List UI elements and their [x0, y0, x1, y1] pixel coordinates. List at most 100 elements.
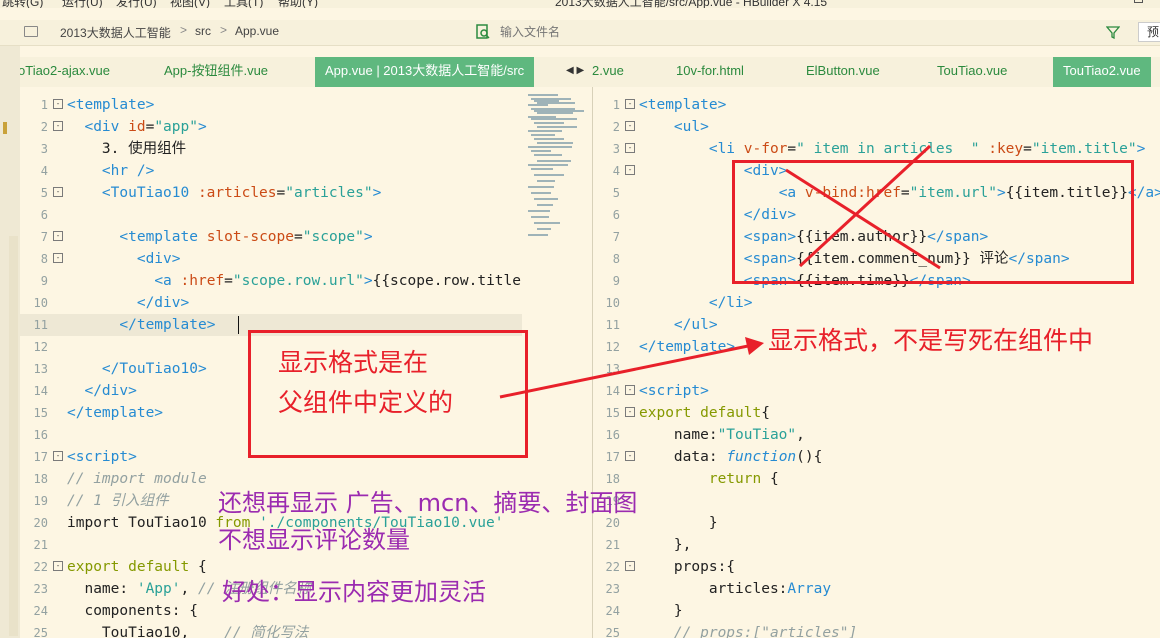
code-line[interactable]: 1- <template>: [20, 94, 522, 116]
fold-toggle-icon[interactable]: -: [53, 451, 63, 461]
minimap-line: [528, 146, 572, 148]
code-line[interactable]: 3- <li v-for=" item in articles " :key="…: [592, 138, 1160, 160]
fold-toggle-icon[interactable]: -: [625, 99, 635, 109]
code-text: </TouTiao10>: [67, 358, 207, 380]
tab-toutiao2-ajax[interactable]: oTiao2-ajax.vue: [20, 57, 110, 87]
code-line[interactable]: 18 return {: [592, 468, 1160, 490]
menu-run[interactable]: 运行(U): [62, 0, 103, 8]
code-token: >: [363, 273, 373, 289]
fold-toggle-icon[interactable]: -: [53, 561, 63, 571]
code-line[interactable]: 2- <ul>: [592, 116, 1160, 138]
code-text: // props:["articles"]: [639, 622, 857, 638]
code-line[interactable]: 10 </li>: [592, 292, 1160, 314]
tab-2-vue[interactable]: 2.vue: [592, 57, 624, 87]
code-token: 3. 使用组件: [67, 141, 187, 157]
code-line[interactable]: 3 3. 使用组件: [20, 138, 522, 160]
code-line[interactable]: 13: [592, 358, 1160, 380]
code-line[interactable]: 7- <template slot-scope="scope">: [20, 226, 522, 248]
line-number: 2: [612, 120, 620, 134]
menu-publish[interactable]: 发行(U): [116, 0, 157, 8]
fold-toggle-icon[interactable]: -: [625, 143, 635, 153]
code-line[interactable]: 9 <a :href="scope.row.url">{{scope.row.t…: [20, 270, 522, 292]
code-text: }: [639, 512, 718, 534]
minimap-line: [528, 130, 562, 132]
fold-toggle-icon[interactable]: -: [625, 451, 635, 461]
fold-toggle-icon[interactable]: -: [53, 253, 63, 263]
menu-goto[interactable]: 跳转(G): [2, 0, 43, 8]
menu-tools[interactable]: 工具(T): [224, 0, 263, 8]
code-line[interactable]: 8- <div>: [20, 248, 522, 270]
code-line[interactable]: 6: [20, 204, 522, 226]
breadcrumb-src[interactable]: src: [195, 24, 211, 38]
tab-elbutton-vue[interactable]: ElButton.vue: [806, 57, 880, 87]
preview-button[interactable]: 预: [1138, 22, 1160, 42]
maximize-window-icon[interactable]: [1134, 0, 1143, 3]
scroll-track[interactable]: [9, 236, 18, 636]
breadcrumb-project[interactable]: 2013大数据人工智能: [60, 24, 171, 41]
line-number: 12: [605, 340, 620, 354]
fold-toggle-icon[interactable]: -: [53, 121, 63, 131]
fold-toggle-icon[interactable]: -: [53, 187, 63, 197]
file-search-input[interactable]: [500, 23, 1090, 41]
tab-app-button-component[interactable]: App-按钮组件.vue: [164, 57, 268, 87]
minimap[interactable]: [522, 94, 590, 254]
line-number: 15: [33, 406, 48, 420]
code-line[interactable]: 14- <script>: [592, 380, 1160, 402]
fold-toggle-icon[interactable]: -: [53, 231, 63, 241]
code-line[interactable]: 19: [592, 490, 1160, 512]
code-line[interactable]: 1- <template>: [592, 94, 1160, 116]
fold-toggle-icon[interactable]: -: [53, 99, 63, 109]
code-text: <a :href="scope.row.url">{{scope.row.tit…: [67, 270, 522, 292]
code-line[interactable]: 10 </div>: [20, 292, 522, 314]
code-text: </template>: [639, 336, 735, 358]
code-line[interactable]: 4 <hr />: [20, 160, 522, 182]
tab-toutiao-vue[interactable]: TouTiao.vue: [937, 57, 1007, 87]
fold-toggle-icon[interactable]: -: [625, 165, 635, 175]
code-token: =: [294, 229, 303, 245]
code-line[interactable]: 21 },: [592, 534, 1160, 556]
fold-toggle-icon[interactable]: -: [625, 407, 635, 417]
code-line[interactable]: 15- export default{: [592, 402, 1160, 424]
filter-icon[interactable]: [1106, 25, 1120, 39]
fold-toggle-icon[interactable]: -: [625, 561, 635, 571]
code-token: <script>: [639, 383, 709, 399]
code-line[interactable]: 16 name:"TouTiao",: [592, 424, 1160, 446]
code-token: <li: [708, 141, 744, 157]
code-line[interactable]: 24 }: [592, 600, 1160, 622]
fold-toggle-icon[interactable]: -: [625, 121, 635, 131]
tab-10v-for-html[interactable]: 10v-for.html: [676, 57, 744, 87]
code-token: // 1 引入组件: [67, 493, 169, 509]
right-tab-bar: 2.vue 10v-for.html ElButton.vue TouTiao.…: [592, 57, 1160, 87]
line-number: 6: [612, 208, 620, 222]
code-line[interactable]: 25 // props:["articles"]: [592, 622, 1160, 638]
code-line[interactable]: 23 articles:Array: [592, 578, 1160, 600]
minimap-line: [528, 234, 548, 236]
menu-view[interactable]: 视图(V): [170, 0, 210, 8]
code-token: =: [276, 185, 286, 201]
code-line[interactable]: 22- export default {: [20, 556, 522, 578]
code-token: articles:: [639, 581, 788, 597]
code-line[interactable]: 22- props:{: [592, 556, 1160, 578]
code-token: </ul>: [673, 317, 718, 333]
file-search-icon: [476, 24, 490, 39]
code-line[interactable]: 17- data: function(){: [592, 446, 1160, 468]
tab-app-vue[interactable]: App.vue | 2013大数据人工智能/src: [315, 57, 535, 87]
annotation-purple-line3: 好处：显示内容更加灵活: [222, 578, 486, 606]
fold-toggle-icon[interactable]: -: [625, 385, 635, 395]
code-text: 3. 使用组件: [67, 138, 186, 160]
code-line[interactable]: 5- <TouTiao10 :articles="articles">: [20, 182, 522, 204]
line-number: 24: [605, 604, 620, 618]
code-line[interactable]: 25 TouTiao10, // 简化写法: [20, 622, 522, 638]
breadcrumb-file[interactable]: App.vue: [235, 24, 279, 38]
line-number: 10: [33, 296, 48, 310]
breadcrumb-bar: 2013大数据人工智能 > src > App.vue 预: [0, 20, 1160, 46]
code-text: </li>: [639, 292, 753, 314]
bookmark-marker: [3, 122, 7, 134]
tab-scroll-arrows-icon[interactable]: ◀ ▶: [566, 57, 584, 85]
tab-toutiao2-vue[interactable]: TouTiao2.vue: [1053, 57, 1151, 87]
menu-help[interactable]: 帮助(Y): [278, 0, 318, 8]
code-line[interactable]: 2- <div id="app">: [20, 116, 522, 138]
code-line[interactable]: 20 }: [592, 512, 1160, 534]
